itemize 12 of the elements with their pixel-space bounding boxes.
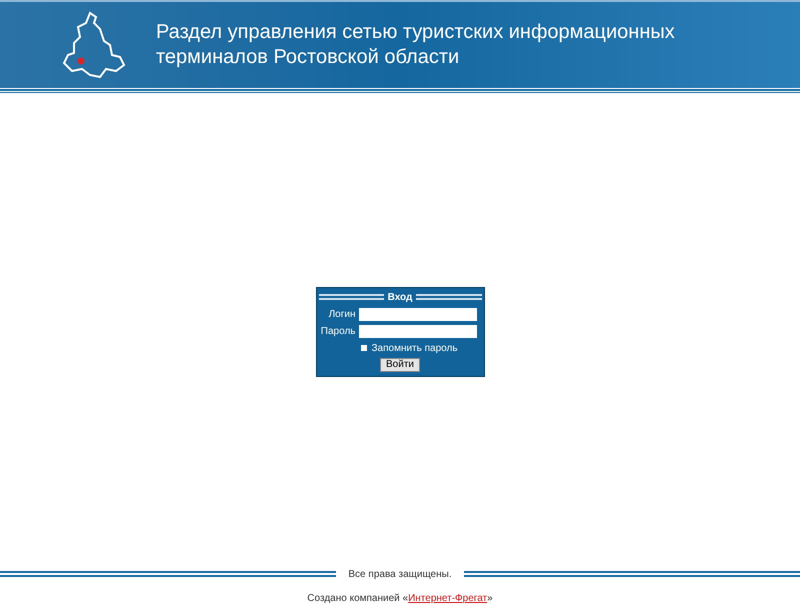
- page-title: Раздел управления сетью туристских информационных терминалов Ростовской области: [156, 20, 676, 70]
- credit-text: Создано компанией «Интернет-Фрегат»: [306, 592, 494, 606]
- rights-text: Все права защищены.: [347, 568, 453, 582]
- login-button[interactable]: Войти: [380, 358, 420, 372]
- input-field[interactable]: [358, 324, 476, 338]
- remember-label: Запомнить пароль: [372, 342, 458, 356]
- remember-checkbox[interactable]: [360, 345, 366, 351]
- login-title: Вход: [388, 290, 412, 304]
- input-field[interactable]: [358, 308, 476, 320]
- field-label: Пароль: [320, 324, 356, 338]
- field-label: Логин: [328, 308, 356, 322]
- company-link[interactable]: Интернет-Фрегат: [408, 593, 488, 604]
